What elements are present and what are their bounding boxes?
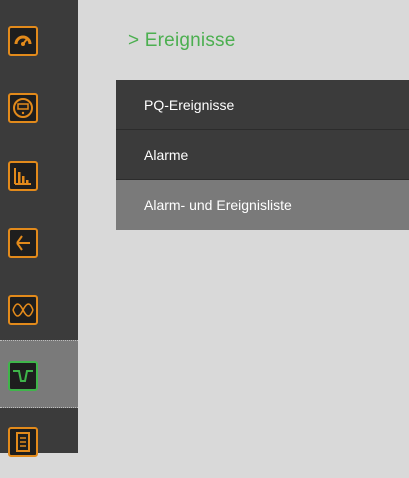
rail-item-measurements[interactable]: [0, 144, 78, 212]
menu-item-alarms[interactable]: Alarme: [116, 130, 409, 180]
rail-item-events[interactable]: [0, 340, 78, 408]
rail-item-documents[interactable]: [0, 410, 78, 478]
rail-item-waveform[interactable]: [0, 280, 78, 348]
event-dip-icon: [8, 361, 38, 391]
gauge-icon: [8, 26, 38, 56]
menu-item-alarm-event-list[interactable]: Alarm- und Ereignisliste: [116, 180, 409, 230]
bar-chart-icon: [8, 161, 38, 191]
menu-item-pq-events[interactable]: PQ-Ereignisse: [116, 80, 409, 130]
vector-diagram-icon: [8, 228, 38, 258]
icon-rail: [0, 0, 78, 457]
breadcrumb: > Ereignisse: [128, 30, 236, 51]
rail-item-vectors[interactable]: [0, 212, 78, 280]
rail-item-meter[interactable]: [0, 76, 78, 144]
events-menu: PQ-Ereignisse Alarme Alarm- und Ereignis…: [116, 80, 409, 230]
meter-icon: [8, 93, 38, 123]
rail-item-dashboard[interactable]: [0, 8, 78, 76]
waveform-icon: [8, 295, 38, 325]
